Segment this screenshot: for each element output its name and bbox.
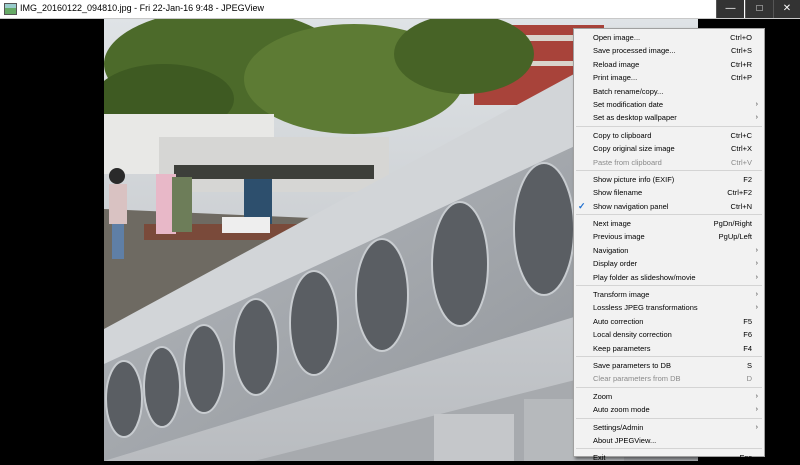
menu-item-show-picture-info-exif[interactable]: Show picture info (EXIF) F2: [574, 173, 764, 186]
menu-item-label: Batch rename/copy...: [593, 86, 664, 96]
menu-item-shortcut: Ctrl+C: [730, 130, 752, 140]
menu-item-label: Transform image: [593, 290, 650, 300]
menu-item-exit[interactable]: Exit Esc: [574, 451, 764, 464]
menu-item-shortcut: PgUp/Left: [718, 232, 752, 242]
submenu-arrow-icon: ›: [755, 291, 758, 299]
menu-item-shortcut: S: [746, 360, 752, 370]
menu-item-zoom[interactable]: Zoom ›: [574, 390, 764, 403]
menu-item-transform-image[interactable]: Transform image ›: [574, 288, 764, 301]
submenu-arrow-icon: ›: [755, 392, 758, 400]
menu-item-previous-image[interactable]: Previous image PgUp/Left: [574, 230, 764, 243]
menu-item-display-order[interactable]: Display order ›: [574, 257, 764, 270]
menu-item-label: Display order: [593, 259, 638, 269]
menu-item-label: Print image...: [593, 73, 638, 83]
menu-item-show-navigation-panel[interactable]: ✓ Show navigation panel Ctrl+N: [574, 200, 764, 213]
menu-item-reload-image[interactable]: Reload image Ctrl+R: [574, 58, 764, 71]
menu-item-paste-from-clipboard: Paste from clipboard Ctrl+V: [574, 156, 764, 169]
menu-item-label: Reload image: [593, 59, 640, 69]
context-menu: Open image... Ctrl+O Save processed image.…: [573, 28, 765, 462]
maximize-button[interactable]: □: [745, 0, 773, 18]
menu-item-save-processed-image[interactable]: Save processed image... Ctrl+S: [574, 44, 764, 57]
menu-item-shortcut: D: [746, 374, 752, 384]
submenu-arrow-icon: ›: [755, 260, 758, 268]
menu-item-set-as-desktop-wallpaper[interactable]: Set as desktop wallpaper ›: [574, 111, 764, 124]
menu-item-print-image[interactable]: Print image... Ctrl+P: [574, 71, 764, 84]
menu-item-label: Local density correction: [593, 330, 672, 340]
menu-item-label: Open image...: [593, 33, 641, 42]
menu-item-clear-parameters-from-db: Clear parameters from DB D: [574, 372, 764, 385]
menu-item-label: Settings/Admin: [593, 422, 644, 432]
menu-item-label: Lossless JPEG transformations: [593, 303, 698, 313]
menu-item-label: About JPEGView...: [593, 435, 657, 445]
menu-item-auto-correction[interactable]: Auto correction F5: [574, 315, 764, 328]
menu-item-label: Save parameters to DB: [593, 360, 671, 370]
menu-item-shortcut: Ctrl+P: [730, 73, 752, 83]
menu-item-next-image[interactable]: Next image PgDn/Right: [574, 217, 764, 230]
minimize-button[interactable]: —: [716, 0, 744, 18]
submenu-arrow-icon: ›: [755, 100, 758, 108]
menu-item-navigation[interactable]: Navigation ›: [574, 244, 764, 257]
menu-item-shortcut: Ctrl+R: [730, 59, 752, 69]
menu-item-auto-zoom-mode[interactable]: Auto zoom mode ›: [574, 403, 764, 416]
menu-item-copy-original-size-image[interactable]: Copy original size image Ctrl+X: [574, 142, 764, 155]
menu-item-save-parameters-to-db[interactable]: Save parameters to DB S: [574, 359, 764, 372]
menu-item-shortcut: PgDn/Right: [713, 219, 752, 229]
close-button[interactable]: ✕: [773, 0, 800, 18]
menu-item-shortcut: Ctrl+N: [730, 201, 752, 211]
menu-item-label: Next image: [593, 219, 631, 229]
submenu-arrow-icon: ›: [755, 246, 758, 254]
menu-item-shortcut: Ctrl+V: [730, 157, 752, 167]
menu-item-batch-rename-copy[interactable]: Batch rename/copy...: [574, 85, 764, 98]
window-title: IMG_20160122_094810.jpg - Fri 22-Jan-16 …: [20, 3, 264, 13]
menu-item-shortcut: F2: [743, 174, 752, 184]
menu-item-label: Copy to clipboard: [593, 130, 652, 140]
submenu-arrow-icon: ›: [755, 423, 758, 431]
menu-item-set-modification-date[interactable]: Set modification date ›: [574, 98, 764, 111]
menu-item-label: Keep parameters: [593, 343, 651, 353]
menu-item-label: Auto correction: [593, 316, 644, 326]
submenu-arrow-icon: ›: [755, 304, 758, 312]
menu-item-lossless-jpeg-transformations[interactable]: Lossless JPEG transformations ›: [574, 301, 764, 314]
submenu-arrow-icon: ›: [755, 273, 758, 281]
menu-item-label: Set as desktop wallpaper: [593, 113, 677, 123]
submenu-arrow-icon: ›: [755, 114, 758, 122]
menu-item-label: Navigation: [593, 245, 629, 255]
menu-item-label: Save processed image...: [593, 46, 676, 56]
menu-item-label: Previous image: [593, 232, 645, 242]
menu-item-label: Copy original size image: [593, 144, 675, 154]
menu-item-open-image[interactable]: Open image... Ctrl+O: [574, 31, 764, 44]
menu-item-play-folder-as-slideshow-movie[interactable]: Play folder as slideshow/movie ›: [574, 271, 764, 284]
menu-item-shortcut: Ctrl+F2: [727, 188, 752, 198]
jpegview-app-icon: [4, 3, 17, 15]
title-bar: IMG_20160122_094810.jpg - Fri 22-Jan-16 …: [0, 0, 800, 19]
menu-item-shortcut: F6: [743, 330, 752, 340]
menu-item-show-filename[interactable]: Show filename Ctrl+F2: [574, 186, 764, 199]
menu-item-shortcut: Esc: [739, 453, 752, 463]
submenu-arrow-icon: ›: [755, 406, 758, 414]
menu-item-shortcut: Ctrl+O: [730, 33, 752, 42]
menu-item-label: Show picture info (EXIF): [593, 174, 675, 184]
menu-item-settings-admin[interactable]: Settings/Admin ›: [574, 421, 764, 434]
menu-item-about-jpegview[interactable]: About JPEGView...: [574, 434, 764, 447]
check-icon: ✓: [578, 200, 586, 211]
menu-item-local-density-correction[interactable]: Local density correction F6: [574, 328, 764, 341]
menu-item-keep-parameters[interactable]: Keep parameters F4: [574, 342, 764, 355]
menu-item-shortcut: F4: [743, 343, 752, 353]
menu-item-label: Play folder as slideshow/movie: [593, 272, 696, 282]
menu-item-label: Zoom: [593, 391, 613, 401]
menu-item-label: Paste from clipboard: [593, 157, 662, 167]
menu-item-label: Show navigation panel: [593, 201, 669, 211]
menu-item-label: Clear parameters from DB: [593, 374, 681, 384]
menu-item-shortcut: F5: [743, 316, 752, 326]
menu-item-label: Set modification date: [593, 99, 664, 109]
menu-item-label: Show filename: [593, 188, 643, 198]
menu-item-label: Auto zoom mode: [593, 405, 650, 415]
menu-item-copy-to-clipboard[interactable]: Copy to clipboard Ctrl+C: [574, 129, 764, 142]
menu-item-shortcut: Ctrl+X: [730, 144, 752, 154]
menu-item-shortcut: Ctrl+S: [730, 46, 752, 56]
